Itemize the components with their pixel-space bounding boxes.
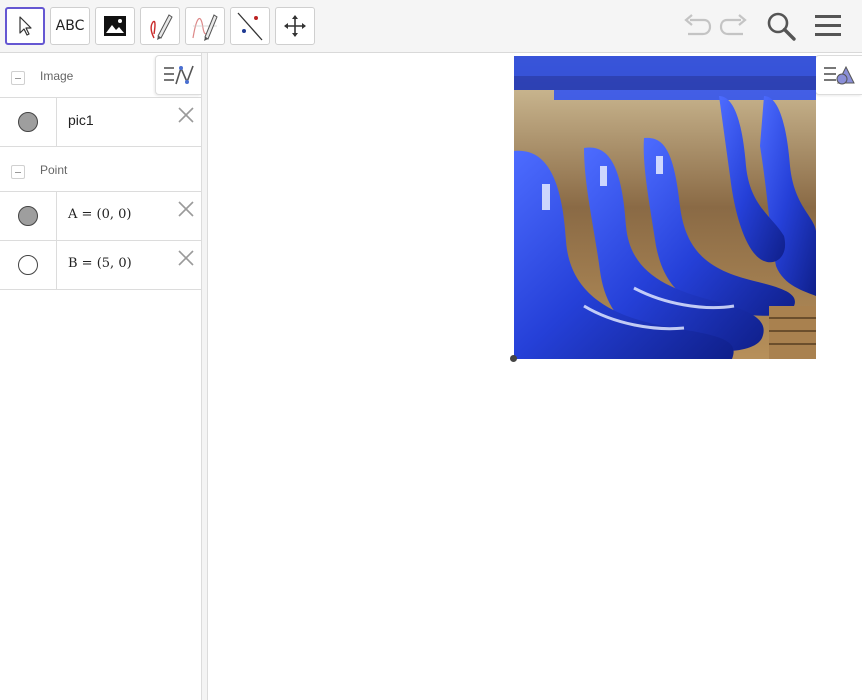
stadium-blue-seats-image bbox=[514, 56, 816, 359]
algebra-group-point: Point bbox=[0, 147, 201, 192]
algebra-style-icon bbox=[163, 65, 194, 85]
visibility-cell bbox=[0, 98, 57, 146]
visibility-toggle[interactable] bbox=[18, 112, 38, 132]
collapse-group-toggle[interactable] bbox=[11, 71, 25, 85]
graphics-style-icon bbox=[824, 65, 855, 85]
image-icon bbox=[104, 16, 126, 36]
text-tool-label: ABC bbox=[55, 18, 85, 34]
search-icon bbox=[767, 12, 796, 41]
algebra-expression[interactable]: B = (5, 0) bbox=[68, 256, 132, 271]
group-label: Point bbox=[40, 163, 68, 177]
move-graphics-view-icon bbox=[284, 15, 306, 37]
delete-icon[interactable] bbox=[176, 199, 196, 219]
algebra-row-point-a[interactable]: A = (0, 0) bbox=[0, 192, 201, 241]
text-tool-button[interactable]: ABC bbox=[50, 7, 90, 45]
algebra-style-bar-button[interactable] bbox=[155, 55, 201, 95]
algebra-view: Image pic1 Point A = (0, 0) B = (5, 0) bbox=[0, 53, 201, 700]
line-through-points-icon bbox=[237, 12, 263, 41]
algebra-expression[interactable]: pic1 bbox=[68, 112, 94, 128]
pen-tool-button[interactable] bbox=[140, 7, 180, 45]
graphics-style-bar-button[interactable] bbox=[815, 55, 862, 95]
delete-icon[interactable] bbox=[176, 105, 196, 125]
cursor-arrow-icon bbox=[19, 16, 32, 36]
freehand-function-tool-button[interactable] bbox=[185, 7, 225, 45]
collapse-group-toggle[interactable] bbox=[11, 165, 25, 179]
redo-icon bbox=[719, 14, 747, 36]
line-tool-button[interactable] bbox=[230, 7, 270, 45]
algebra-row-point-b[interactable]: B = (5, 0) bbox=[0, 241, 201, 290]
freehand-function-icon bbox=[192, 14, 218, 41]
redo-button[interactable] bbox=[717, 10, 751, 42]
view-splitter[interactable] bbox=[201, 53, 208, 700]
group-label: Image bbox=[40, 69, 74, 83]
visibility-cell bbox=[0, 192, 57, 240]
move-tool-button[interactable] bbox=[5, 7, 45, 45]
delete-icon[interactable] bbox=[176, 248, 196, 268]
undo-icon bbox=[684, 14, 712, 36]
visibility-cell bbox=[0, 241, 57, 289]
menu-icon bbox=[815, 15, 841, 36]
undo-button[interactable] bbox=[680, 10, 714, 42]
move-graphics-view-tool-button[interactable] bbox=[275, 7, 315, 45]
main-menu-button[interactable] bbox=[811, 10, 845, 42]
toolbar: ABC bbox=[0, 0, 862, 53]
visibility-toggle[interactable] bbox=[18, 255, 38, 275]
search-button[interactable] bbox=[764, 10, 798, 42]
image-tool-button[interactable] bbox=[95, 7, 135, 45]
app-window: ABC Image pic1 Point A = (0, 0) B = (5, … bbox=[0, 0, 862, 700]
algebra-row-pic1[interactable]: pic1 bbox=[0, 98, 201, 147]
visibility-toggle[interactable] bbox=[18, 206, 38, 226]
pen-icon bbox=[150, 14, 173, 40]
point-a-handle[interactable] bbox=[510, 355, 517, 362]
picture-pic1[interactable] bbox=[514, 56, 816, 359]
algebra-expression[interactable]: A = (0, 0) bbox=[68, 207, 132, 222]
